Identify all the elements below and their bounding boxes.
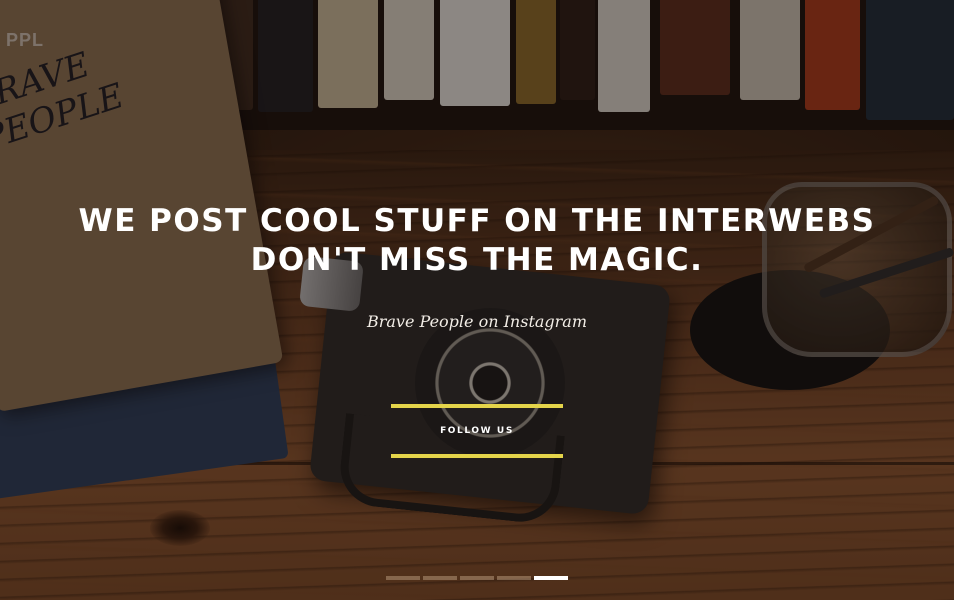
- slider-pagination: [386, 576, 568, 580]
- slider-dot-3[interactable]: [460, 576, 494, 580]
- hero-section: BRAVE PEOPLE PPL WE POST COOL STUFF ON T…: [0, 0, 954, 600]
- follow-us-label: FOLLOW US: [440, 426, 514, 436]
- slider-dot-2[interactable]: [423, 576, 457, 580]
- follow-us-button[interactable]: FOLLOW US: [391, 404, 563, 458]
- dark-overlay: [0, 0, 954, 600]
- slider-dot-5[interactable]: [534, 576, 568, 580]
- hero-subtitle: Brave People on Instagram: [366, 312, 588, 331]
- slider-dot-4[interactable]: [497, 576, 531, 580]
- hero-headline: WE POST COOL STUFF ON THE INTERWEBS DON'…: [0, 202, 954, 280]
- headline-line-1: WE POST COOL STUFF ON THE INTERWEBS: [78, 203, 876, 239]
- headline-line-2: DON'T MISS THE MAGIC.: [250, 242, 704, 278]
- slider-dot-1[interactable]: [386, 576, 420, 580]
